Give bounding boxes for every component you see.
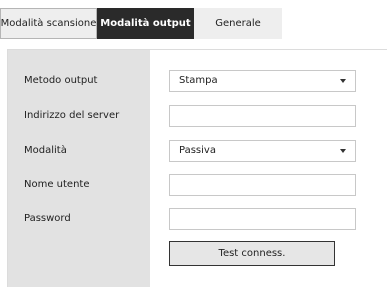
server-address-input[interactable] [169, 105, 356, 127]
password-input[interactable] [169, 208, 356, 230]
mode-value: Passiva [179, 145, 216, 156]
output-method-value: Stampa [179, 75, 218, 86]
mode-label: Modalità [24, 145, 67, 156]
username-input[interactable] [169, 174, 356, 196]
output-method-select[interactable]: Stampa [169, 70, 356, 92]
tab-output-mode[interactable]: Modalità output [97, 8, 194, 39]
tab-scan-mode[interactable]: Modalità scansione [0, 8, 97, 39]
chevron-down-icon [340, 149, 346, 153]
mode-select[interactable]: Passiva [169, 140, 356, 162]
tab-bar: Modalità scansione Modalità output Gener… [0, 8, 282, 39]
username-label: Nome utente [24, 179, 90, 190]
output-method-label: Metodo output [24, 75, 98, 86]
tab-general[interactable]: Generale [194, 8, 282, 39]
chevron-down-icon [340, 79, 346, 83]
server-address-label: Indirizzo del server [24, 110, 120, 121]
test-connection-button[interactable]: Test conness. [169, 241, 335, 266]
password-label: Password [24, 213, 71, 224]
